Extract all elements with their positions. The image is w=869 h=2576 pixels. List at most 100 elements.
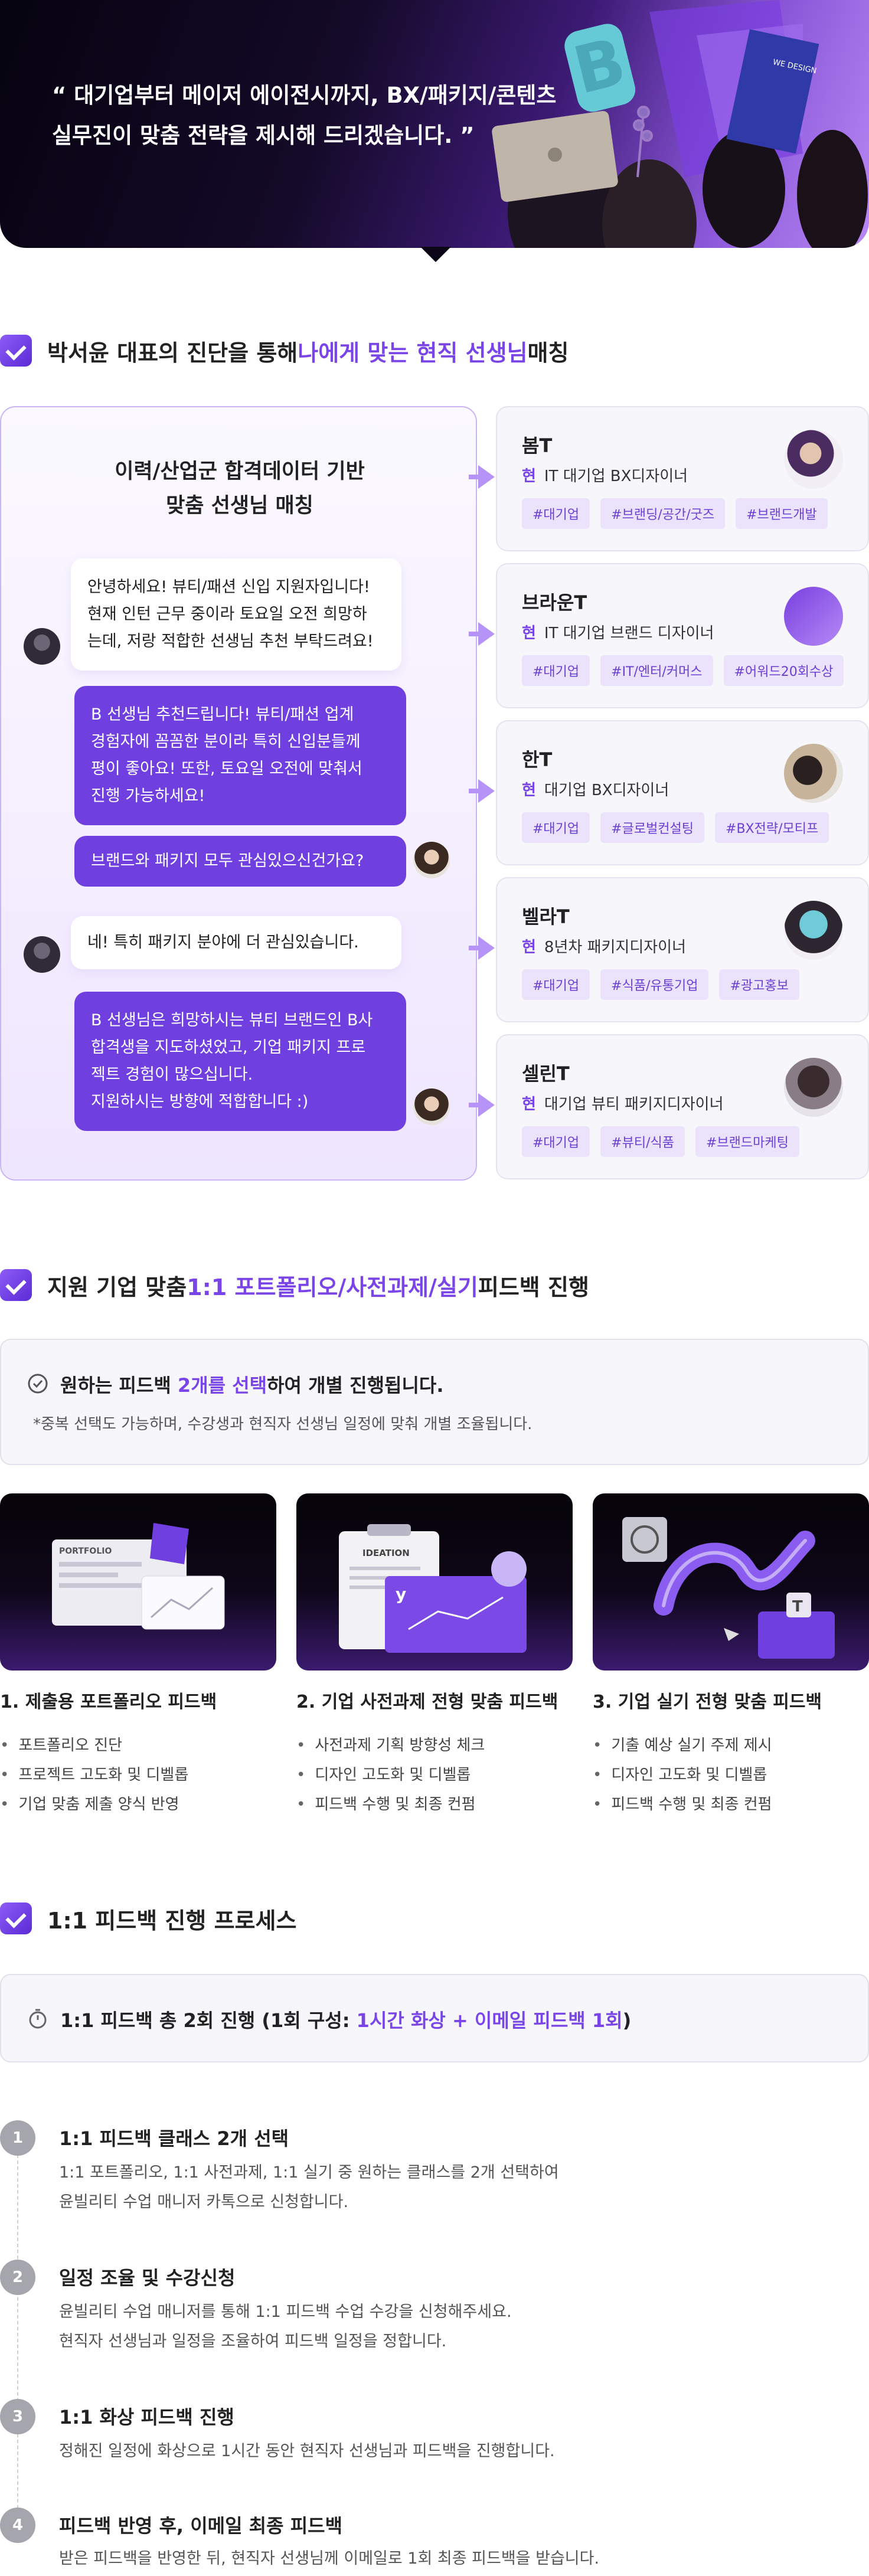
teacher-role: 현 IT 대기업 BX디자이너 [522,468,688,485]
section-matching-title: 박서윤 대표의 진단을 통해 나에게 맞는 현직 선생님 매칭 [0,332,569,370]
list-item: 프로젝트 고도화 및 디벨롭 [0,1760,188,1790]
section-feedback-title: 지원 기업 맞춤 1:1 포트폴리오/사전과제/실기 피드백 진행 [0,1266,589,1304]
section-title-text: 박서윤 대표의 진단을 통해 [47,339,298,366]
arrow-right-icon [469,465,495,489]
info-title: 원하는 피드백 2개를 선택하여 개별 진행됩니다. [60,1374,444,1397]
mentor-avatar [413,842,450,878]
step-description: 받은 피드백을 반영한 뒤, 현직자 선생님께 이메일로 1회 최종 피드백을 … [59,2549,600,2568]
teacher-name: 한T [522,748,553,771]
chat-message-student: 네! 특히 패키지 분야에 더 관심있습니다. [71,916,401,969]
tag: #뷰티/식품 [600,1126,685,1157]
tag: #글로벌컨설팅 [600,812,705,843]
list-item: 피드백 수행 및 최종 컨펌 [296,1790,485,1819]
teacher-card[interactable]: 봄T 현 IT 대기업 BX디자이너 #대기업 #브랜딩/공간/굿즈 #브랜드개발 [469,406,869,551]
info-subtext: *중복 선택도 가능하며, 수강생과 현직자 선생님 일정에 맞춰 개별 조율됩… [33,1416,532,1433]
teacher-card[interactable]: 벨라T 현 8년차 패키지디자이너 #대기업 #식품/유통기업 #광고홍보 [469,877,869,1022]
teacher-avatar [784,1058,843,1117]
tag: #BX전략/모티프 [715,812,829,843]
list-item: 포트폴리오 진단 [0,1731,188,1760]
tag: #대기업 [522,498,590,529]
step-description: 1:1 포트폴리오, 1:1 사전과제, 1:1 실기 중 원하는 클래스를 2… [59,2163,559,2211]
step-title: 1:1 피드백 클래스 2개 선택 [59,2127,289,2150]
practical-thumbnail: T [593,1493,869,1671]
tag: #대기업 [522,655,590,686]
tag: #브랜드개발 [736,498,828,529]
tag: #대기업 [522,969,590,1000]
feature-title: 3. 기업 실기 전형 맞춤 피드백 [593,1692,822,1712]
arrow-right-icon [469,1093,495,1117]
teacher-name: 셀린T [522,1063,570,1085]
step-number: 4 [0,2508,35,2543]
teacher-avatar [784,901,843,960]
teacher-avatar [784,587,843,646]
tag: #광고홍보 [719,969,799,1000]
process-timeline [17,2155,18,2532]
tag: #브랜딩/공간/굿즈 [600,498,726,529]
check-icon [0,1269,32,1301]
teacher-name: 벨라T [522,905,570,928]
section-process-title: 1:1 피드백 진행 프로세스 [0,1900,296,1937]
step-number: 2 [0,2260,35,2295]
list-item: 피드백 수행 및 최종 컨펌 [593,1790,772,1819]
teacher-name: 브라운T [522,591,587,614]
chat-message-mentor: B 선생님 추천드립니다! 뷰티/패션 업계 경험자에 꼼꼼한 분이라 특히 신… [74,686,406,825]
list-item: 디자인 고도화 및 디벨롭 [296,1760,485,1790]
teacher-name: 봄T [522,434,553,457]
student-avatar [24,628,60,665]
tag: #식품/유통기업 [600,969,709,1000]
feature-list: 기출 예상 실기 주제 제시 디자인 고도화 및 디벨롭 피드백 수행 및 최종… [593,1731,772,1819]
teacher-tags: #대기업 #식품/유통기업 #광고홍보 [522,969,799,1000]
check-icon [0,335,32,367]
hero-letter: B [566,24,632,109]
feature-list: 사전과제 기획 방향성 체크 디자인 고도화 및 디벨롭 피드백 수행 및 최종… [296,1731,485,1819]
thumbnail-label: IDEATION [362,1548,410,1558]
step-number: 1 [0,2120,35,2156]
hero-illustration: B WE DESIGN [492,0,868,248]
student-avatar [24,936,60,973]
matching-chat-panel: 이력/산업군 합격데이터 기반 맞춤 선생님 매칭 안녕하세요! 뷰티/패션 신… [0,406,477,1181]
step-description: 정해진 일정에 화상으로 1시간 동안 현직자 선생님과 피드백을 진행합니다. [59,2442,555,2460]
teacher-card[interactable]: 한T 현 대기업 BX디자이너 #대기업 #글로벌컨설팅 #BX전략/모티프 [469,720,869,865]
step-title: 일정 조율 및 수강신청 [59,2267,236,2289]
teacher-tags: #대기업 #글로벌컨설팅 #BX전략/모티프 [522,812,829,843]
section-title-suffix: 피드백 진행 [478,1274,589,1300]
chat-message-mentor: B 선생님은 희망하시는 뷰티 브랜드인 B사 합격생을 지도하셨었고, 기업 … [74,992,406,1131]
step-title: 피드백 반영 후, 이메일 최종 피드백 [59,2515,343,2537]
teacher-card[interactable]: 셀린T 현 대기업 뷰티 패키지디자이너 #대기업 #뷰티/식품 #브랜드마케팅 [469,1034,869,1179]
feature-title: 2. 기업 사전과제 전형 맞춤 피드백 [296,1692,558,1712]
check-icon [0,1902,32,1934]
teacher-tags: #대기업 #브랜딩/공간/굿즈 #브랜드개발 [522,498,828,529]
tag: #IT/엔터/커머스 [600,655,713,686]
list-item: 사전과제 기획 방향성 체크 [296,1731,485,1760]
check-circle-icon [28,1374,48,1394]
svg-text:T: T [792,1598,803,1616]
arrow-right-icon [469,622,495,646]
teacher-tags: #대기업 #뷰티/식품 #브랜드마케팅 [522,1126,799,1157]
tag: #어워드20회수상 [723,655,844,686]
portfolio-thumbnail: PORTFOLIO [0,1493,276,1671]
arrow-right-icon [469,779,495,803]
svg-text:y: y [396,1584,406,1604]
tag: #대기업 [522,1126,590,1157]
step-title: 1:1 화상 피드백 진행 [59,2406,234,2428]
teacher-role: 현 대기업 뷰티 패키지디자이너 [522,1096,724,1113]
teacher-tags: #대기업 #IT/엔터/커머스 #어워드20회수상 [522,655,844,686]
hero-pointer [420,247,451,262]
stopwatch-icon [29,2009,47,2029]
feedback-info-box: 원하는 피드백 2개를 선택하여 개별 진행됩니다. *중복 선택도 가능하며,… [0,1339,869,1465]
ideation-thumbnail: IDEATION y [296,1493,573,1671]
list-item: 기출 예상 실기 주제 제시 [593,1731,772,1760]
step-description: 윤빌리티 수업 매니저를 통해 1:1 피드백 수업 수강을 신청해주세요. 현… [59,2303,512,2351]
feature-title: 1. 제출용 포트폴리오 피드백 [0,1692,217,1712]
teacher-card[interactable]: 브라운T 현 IT 대기업 브랜드 디자이너 #대기업 #IT/엔터/커머스 #어… [469,563,869,708]
mentor-avatar [413,1088,450,1125]
process-info-box: 1:1 피드백 총 2회 진행 (1회 구성: 1시간 화상 + 이메일 피드백… [0,1974,869,2062]
hero-banner: “ 대기업부터 메이저 에이전시까지, BX/패키지/콘텐츠 실무진이 맞춤 전… [0,0,869,248]
section-title-suffix: 매칭 [527,339,569,366]
step-number: 3 [0,2399,35,2434]
chat-title: 이력/산업군 합격데이터 기반 맞춤 선생님 매칭 [115,460,365,518]
tag: #대기업 [522,812,590,843]
section-title-highlight: 나에게 맞는 현직 선생님 [298,339,528,366]
teacher-role: 현 대기업 BX디자이너 [522,782,669,799]
feature-list: 포트폴리오 진단 프로젝트 고도화 및 디벨롭 기업 맞춤 제출 양식 반영 [0,1731,188,1819]
